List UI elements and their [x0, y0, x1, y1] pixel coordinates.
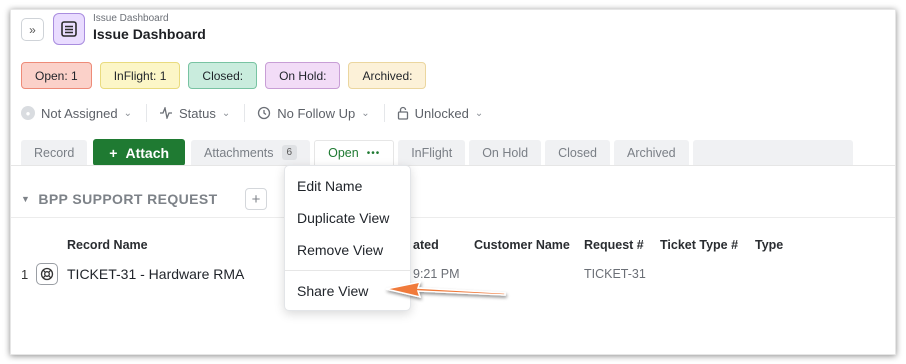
activity-icon: [160, 107, 172, 119]
status-pill-open[interactable]: Open: 1: [21, 62, 92, 89]
view-tab-bar: Record + Attach Attachments 6 Open ••• I…: [21, 139, 853, 166]
list-document-icon: [61, 21, 77, 37]
more-options-icon[interactable]: •••: [367, 148, 381, 159]
tab-inflight[interactable]: InFlight: [398, 139, 466, 166]
filter-bar: ● Not Assigned ⌄ Status ⌄ No Follow Up ⌄…: [21, 104, 509, 122]
dashboard-app-icon: [53, 13, 85, 45]
tab-on-hold[interactable]: On Hold: [469, 139, 542, 166]
unlock-icon: [397, 106, 408, 120]
plus-icon: +: [109, 144, 118, 161]
tab-archived[interactable]: Archived: [613, 139, 689, 166]
lifebuoy-icon[interactable]: [36, 263, 58, 285]
chevron-down-icon: ⌄: [361, 107, 370, 119]
section-divider: [11, 217, 895, 218]
tab-record[interactable]: Record: [21, 139, 88, 166]
tab-overflow: [692, 139, 853, 166]
chevron-down-icon: ⌄: [221, 107, 231, 119]
created-cell: 9:21 PM: [413, 267, 460, 281]
row-number: 1: [21, 267, 29, 282]
user-avatar-icon: ●: [21, 106, 35, 120]
menu-item-duplicate-view[interactable]: Duplicate View: [297, 210, 389, 226]
section-title: BPP SUPPORT REQUEST: [38, 191, 218, 207]
lock-filter[interactable]: Unlocked ⌄: [397, 104, 498, 122]
menu-item-remove-view[interactable]: Remove View: [297, 242, 383, 258]
status-pill-archived[interactable]: Archived:: [348, 62, 427, 89]
tab-open[interactable]: Open •••: [314, 139, 395, 166]
lock-filter-label: Unlocked: [414, 105, 469, 121]
column-header-type[interactable]: Type: [755, 238, 783, 252]
tab-closed[interactable]: Closed: [545, 139, 610, 166]
status-filter[interactable]: Status ⌄: [159, 104, 246, 122]
column-header-created[interactable]: ated: [413, 238, 439, 252]
attachments-count-badge: 6: [281, 145, 298, 160]
assignee-filter[interactable]: ● Not Assigned ⌄: [21, 104, 147, 122]
tab-attachments-label: Attachments: [204, 145, 274, 160]
section-header[interactable]: ▼ BPP SUPPORT REQUEST: [21, 191, 218, 207]
status-filter-label: Status: [179, 105, 216, 121]
column-header-request-no[interactable]: Request #: [584, 238, 644, 252]
column-header-record-name[interactable]: Record Name: [67, 238, 148, 252]
tab-attachments[interactable]: Attachments 6: [191, 139, 311, 166]
status-pill-on-hold[interactable]: On Hold:: [265, 62, 341, 89]
caret-down-icon: ▼: [21, 194, 31, 204]
status-pill-closed[interactable]: Closed:: [188, 62, 258, 89]
attach-button-label: Attach: [125, 144, 170, 161]
chevron-down-icon: ⌄: [123, 107, 132, 119]
view-options-menu: Edit Name Duplicate View Remove View Sha…: [284, 165, 411, 311]
dashboard-window: » Issue Dashboard Issue Dashboard Open: …: [10, 9, 896, 355]
double-chevron-right-icon: »: [29, 22, 36, 37]
record-name-link[interactable]: TICKET-31 - Hardware RMA: [67, 266, 244, 282]
status-pill-bar: Open: 1 InFlight: 1 Closed: On Hold: Arc…: [21, 62, 427, 89]
follow-up-filter-label: No Follow Up: [277, 105, 356, 121]
clock-icon: [258, 106, 271, 120]
page-title: Issue Dashboard: [93, 26, 206, 42]
column-header-ticket-type-no[interactable]: Ticket Type #: [660, 238, 738, 252]
menu-item-share-view[interactable]: Share View: [297, 283, 368, 299]
status-pill-inflight[interactable]: InFlight: 1: [99, 62, 181, 89]
add-section-button[interactable]: +: [245, 188, 267, 210]
chevron-down-icon: ⌄: [474, 107, 484, 119]
breadcrumb[interactable]: Issue Dashboard: [93, 13, 169, 24]
menu-item-edit-name[interactable]: Edit Name: [297, 178, 362, 194]
tab-divider: [11, 165, 895, 166]
menu-divider: [285, 270, 410, 271]
tab-open-label: Open: [328, 146, 359, 160]
attach-button[interactable]: + Attach: [93, 139, 186, 166]
request-no-cell: TICKET-31: [584, 267, 646, 281]
column-header-customer-name[interactable]: Customer Name: [474, 238, 570, 252]
expand-sidebar-button[interactable]: »: [21, 18, 44, 41]
assignee-filter-label: Not Assigned: [41, 105, 118, 121]
follow-up-filter[interactable]: No Follow Up ⌄: [257, 104, 385, 122]
